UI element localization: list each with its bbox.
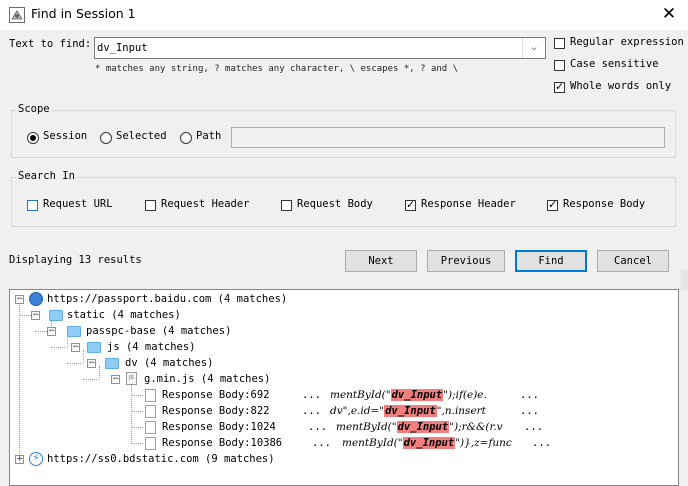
regex-label: Regular expression [570, 36, 684, 48]
expander-minus-icon[interactable]: − [15, 295, 24, 304]
result-item[interactable]: Response Body:692 ... mentById("dv_Input… [162, 387, 539, 403]
document-icon [145, 389, 156, 402]
scope-path-radio[interactable] [180, 132, 192, 144]
scope-path-label: Path [196, 130, 222, 142]
globe-icon [29, 292, 43, 306]
scope-title: Scope [16, 103, 52, 115]
document-icon [145, 437, 156, 450]
expander-minus-icon[interactable]: − [87, 359, 96, 368]
results-status: Displaying 13 results [9, 254, 142, 266]
tree-node-folder[interactable]: static (4 matches) [67, 307, 181, 323]
match-highlight: dv_Input [396, 421, 450, 433]
tree-node-folder[interactable]: js (4 matches) [107, 339, 196, 355]
expander-minus-icon[interactable]: − [47, 327, 56, 336]
folder-icon [67, 326, 81, 337]
request-url-checkbox[interactable] [27, 200, 38, 211]
document-icon [145, 405, 156, 418]
result-item[interactable]: Response Body:1024 ... mentById("dv_Inpu… [162, 419, 543, 435]
find-button[interactable]: Find [515, 250, 587, 272]
folder-icon [49, 310, 63, 321]
whole-words-checkbox[interactable] [554, 80, 565, 93]
window-title: Find in Session 1 [31, 6, 136, 21]
previous-button[interactable]: Previous [427, 250, 505, 272]
search-in-title: Search In [16, 170, 77, 182]
match-highlight: dv_Input [390, 389, 444, 401]
scope-session-label: Session [43, 130, 88, 142]
match-highlight: dv_Input [384, 405, 437, 417]
result-label: Response Body:822 [162, 405, 270, 417]
response-body-label: Response Body [563, 198, 646, 210]
find-input[interactable] [97, 40, 517, 56]
cancel-button[interactable]: Cancel [597, 250, 669, 272]
result-item[interactable]: Response Body:822 ... dv",e.id="dv_Input… [162, 403, 539, 419]
tree-node-host[interactable]: https://ss0.bdstatic.com (9 matches) [47, 451, 275, 467]
lightning-icon: ⚡ [29, 452, 43, 466]
response-header-checkbox[interactable] [405, 198, 416, 211]
expander-minus-icon[interactable]: − [31, 311, 40, 320]
expander-plus-icon[interactable]: + [15, 455, 24, 464]
result-label: Response Body:1024 [162, 421, 276, 433]
request-url-label: Request URL [43, 198, 113, 210]
case-sensitive-label: Case sensitive [570, 58, 659, 70]
tree-node-file[interactable]: g.min.js (4 matches) [144, 371, 270, 387]
case-sensitive-checkbox[interactable] [554, 60, 565, 71]
folder-icon [105, 358, 119, 369]
request-body-label: Request Body [297, 198, 373, 210]
regex-checkbox[interactable] [554, 38, 565, 49]
tree-node-folder[interactable]: dv (4 matches) [125, 355, 214, 371]
find-label: Text to find: [9, 38, 92, 50]
request-body-checkbox[interactable] [281, 200, 292, 211]
document-icon [145, 421, 156, 434]
whole-words-label: Whole words only [570, 80, 672, 92]
expander-minus-icon[interactable]: − [71, 343, 80, 352]
scope-selected-label: Selected [116, 130, 167, 142]
find-hint: * matches any string, ? matches any char… [95, 64, 459, 74]
result-item[interactable]: Response Body:10386 ... mentById("dv_Inp… [162, 435, 551, 451]
tree-node-folder[interactable]: passpc-base (4 matches) [86, 323, 231, 339]
close-button[interactable]: ✕ [655, 3, 683, 25]
folder-icon [87, 342, 101, 353]
match-highlight: dv_Input [402, 437, 456, 449]
chevron-down-icon[interactable]: ⌵ [522, 38, 545, 58]
request-header-label: Request Header [161, 198, 250, 210]
next-button[interactable]: Next [345, 250, 417, 272]
scope-selected-radio[interactable] [100, 132, 112, 144]
window-edge [681, 270, 688, 290]
tree-node-host[interactable]: https://passport.baidu.com (4 matches) [47, 291, 287, 307]
find-combobox[interactable]: ⌵ [94, 37, 546, 59]
path-input[interactable] [231, 127, 665, 148]
results-tree[interactable]: − https://passport.baidu.com (4 matches)… [9, 289, 679, 486]
request-header-checkbox[interactable] [145, 200, 156, 211]
response-header-label: Response Header [421, 198, 516, 210]
result-label: Response Body:692 [162, 389, 270, 401]
js-file-icon: JS [126, 372, 137, 385]
response-body-checkbox[interactable] [547, 198, 558, 211]
expander-minus-icon[interactable]: − [111, 375, 120, 384]
app-icon [9, 7, 25, 23]
scope-session-radio[interactable] [27, 132, 39, 144]
result-label: Response Body:10386 [162, 437, 283, 449]
